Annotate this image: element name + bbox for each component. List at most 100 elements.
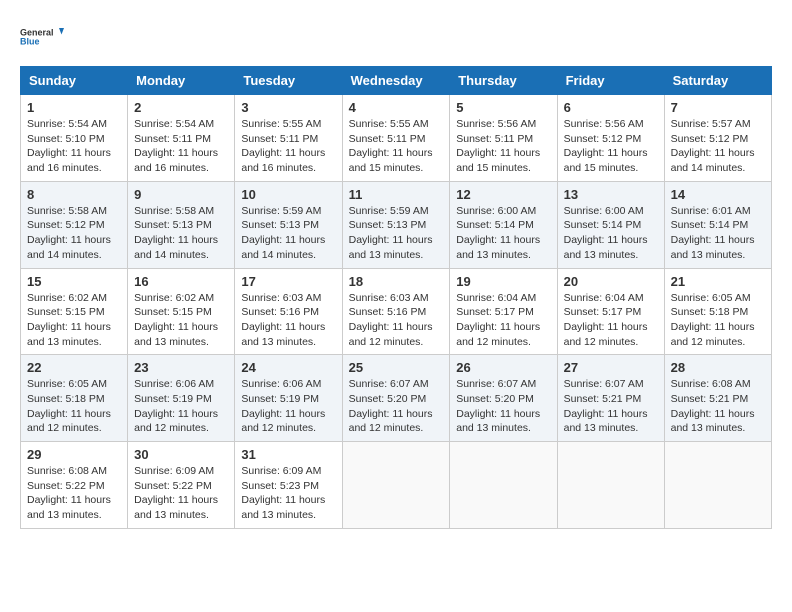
logo-svg: General Blue — [20, 20, 70, 56]
day-info: Sunrise: 5:58 AMSunset: 5:13 PMDaylight:… — [134, 205, 218, 261]
calendar-cell: 2 Sunrise: 5:54 AMSunset: 5:11 PMDayligh… — [128, 95, 235, 182]
day-number: 24 — [241, 360, 335, 375]
day-info: Sunrise: 5:54 AMSunset: 5:10 PMDaylight:… — [27, 118, 111, 174]
calendar-cell: 25 Sunrise: 6:07 AMSunset: 5:20 PMDaylig… — [342, 355, 450, 442]
day-info: Sunrise: 6:04 AMSunset: 5:17 PMDaylight:… — [456, 292, 540, 348]
calendar-cell: 27 Sunrise: 6:07 AMSunset: 5:21 PMDaylig… — [557, 355, 664, 442]
calendar-cell: 19 Sunrise: 6:04 AMSunset: 5:17 PMDaylig… — [450, 268, 557, 355]
calendar-cell — [664, 442, 771, 529]
day-number: 4 — [349, 100, 444, 115]
calendar-week-row: 29 Sunrise: 6:08 AMSunset: 5:22 PMDaylig… — [21, 442, 772, 529]
day-info: Sunrise: 6:07 AMSunset: 5:21 PMDaylight:… — [564, 378, 648, 434]
calendar-cell: 24 Sunrise: 6:06 AMSunset: 5:19 PMDaylig… — [235, 355, 342, 442]
calendar-header-row: SundayMondayTuesdayWednesdayThursdayFrid… — [21, 67, 772, 95]
calendar-cell: 1 Sunrise: 5:54 AMSunset: 5:10 PMDayligh… — [21, 95, 128, 182]
calendar-cell: 11 Sunrise: 5:59 AMSunset: 5:13 PMDaylig… — [342, 181, 450, 268]
day-number: 8 — [27, 187, 121, 202]
day-info: Sunrise: 5:57 AMSunset: 5:12 PMDaylight:… — [671, 118, 755, 174]
day-info: Sunrise: 6:00 AMSunset: 5:14 PMDaylight:… — [456, 205, 540, 261]
day-number: 16 — [134, 274, 228, 289]
day-number: 2 — [134, 100, 228, 115]
calendar-cell: 22 Sunrise: 6:05 AMSunset: 5:18 PMDaylig… — [21, 355, 128, 442]
weekday-header: Sunday — [21, 67, 128, 95]
day-number: 13 — [564, 187, 658, 202]
page-header: General Blue — [20, 20, 772, 56]
calendar-week-row: 22 Sunrise: 6:05 AMSunset: 5:18 PMDaylig… — [21, 355, 772, 442]
day-info: Sunrise: 5:58 AMSunset: 5:12 PMDaylight:… — [27, 205, 111, 261]
day-number: 1 — [27, 100, 121, 115]
day-number: 7 — [671, 100, 765, 115]
calendar-week-row: 1 Sunrise: 5:54 AMSunset: 5:10 PMDayligh… — [21, 95, 772, 182]
logo: General Blue — [20, 20, 70, 56]
day-number: 12 — [456, 187, 550, 202]
day-number: 3 — [241, 100, 335, 115]
svg-text:General: General — [20, 28, 54, 38]
day-info: Sunrise: 6:00 AMSunset: 5:14 PMDaylight:… — [564, 205, 648, 261]
weekday-header: Tuesday — [235, 67, 342, 95]
day-info: Sunrise: 6:07 AMSunset: 5:20 PMDaylight:… — [349, 378, 433, 434]
day-number: 22 — [27, 360, 121, 375]
day-number: 20 — [564, 274, 658, 289]
day-number: 5 — [456, 100, 550, 115]
day-info: Sunrise: 6:01 AMSunset: 5:14 PMDaylight:… — [671, 205, 755, 261]
day-info: Sunrise: 5:56 AMSunset: 5:12 PMDaylight:… — [564, 118, 648, 174]
calendar-cell: 30 Sunrise: 6:09 AMSunset: 5:22 PMDaylig… — [128, 442, 235, 529]
calendar-cell: 13 Sunrise: 6:00 AMSunset: 5:14 PMDaylig… — [557, 181, 664, 268]
calendar-table: SundayMondayTuesdayWednesdayThursdayFrid… — [20, 66, 772, 529]
weekday-header: Thursday — [450, 67, 557, 95]
calendar-cell: 15 Sunrise: 6:02 AMSunset: 5:15 PMDaylig… — [21, 268, 128, 355]
calendar-cell: 8 Sunrise: 5:58 AMSunset: 5:12 PMDayligh… — [21, 181, 128, 268]
day-info: Sunrise: 6:08 AMSunset: 5:21 PMDaylight:… — [671, 378, 755, 434]
day-number: 14 — [671, 187, 765, 202]
day-info: Sunrise: 5:55 AMSunset: 5:11 PMDaylight:… — [349, 118, 433, 174]
day-info: Sunrise: 6:06 AMSunset: 5:19 PMDaylight:… — [241, 378, 325, 434]
calendar-cell: 18 Sunrise: 6:03 AMSunset: 5:16 PMDaylig… — [342, 268, 450, 355]
day-info: Sunrise: 5:55 AMSunset: 5:11 PMDaylight:… — [241, 118, 325, 174]
day-number: 28 — [671, 360, 765, 375]
day-info: Sunrise: 6:04 AMSunset: 5:17 PMDaylight:… — [564, 292, 648, 348]
day-info: Sunrise: 6:08 AMSunset: 5:22 PMDaylight:… — [27, 465, 111, 521]
day-info: Sunrise: 6:09 AMSunset: 5:23 PMDaylight:… — [241, 465, 325, 521]
day-info: Sunrise: 6:06 AMSunset: 5:19 PMDaylight:… — [134, 378, 218, 434]
calendar-cell: 31 Sunrise: 6:09 AMSunset: 5:23 PMDaylig… — [235, 442, 342, 529]
calendar-cell: 28 Sunrise: 6:08 AMSunset: 5:21 PMDaylig… — [664, 355, 771, 442]
day-info: Sunrise: 6:05 AMSunset: 5:18 PMDaylight:… — [27, 378, 111, 434]
day-info: Sunrise: 6:02 AMSunset: 5:15 PMDaylight:… — [27, 292, 111, 348]
calendar-cell — [342, 442, 450, 529]
day-number: 27 — [564, 360, 658, 375]
day-number: 29 — [27, 447, 121, 462]
calendar-week-row: 8 Sunrise: 5:58 AMSunset: 5:12 PMDayligh… — [21, 181, 772, 268]
day-number: 26 — [456, 360, 550, 375]
calendar-cell: 4 Sunrise: 5:55 AMSunset: 5:11 PMDayligh… — [342, 95, 450, 182]
calendar-cell: 29 Sunrise: 6:08 AMSunset: 5:22 PMDaylig… — [21, 442, 128, 529]
calendar-cell: 3 Sunrise: 5:55 AMSunset: 5:11 PMDayligh… — [235, 95, 342, 182]
day-info: Sunrise: 5:56 AMSunset: 5:11 PMDaylight:… — [456, 118, 540, 174]
day-number: 21 — [671, 274, 765, 289]
day-number: 17 — [241, 274, 335, 289]
day-info: Sunrise: 6:03 AMSunset: 5:16 PMDaylight:… — [241, 292, 325, 348]
day-number: 6 — [564, 100, 658, 115]
calendar-cell: 10 Sunrise: 5:59 AMSunset: 5:13 PMDaylig… — [235, 181, 342, 268]
calendar-cell: 6 Sunrise: 5:56 AMSunset: 5:12 PMDayligh… — [557, 95, 664, 182]
weekday-header: Friday — [557, 67, 664, 95]
calendar-cell: 12 Sunrise: 6:00 AMSunset: 5:14 PMDaylig… — [450, 181, 557, 268]
day-number: 15 — [27, 274, 121, 289]
day-number: 11 — [349, 187, 444, 202]
day-info: Sunrise: 6:02 AMSunset: 5:15 PMDaylight:… — [134, 292, 218, 348]
day-info: Sunrise: 6:09 AMSunset: 5:22 PMDaylight:… — [134, 465, 218, 521]
day-number: 19 — [456, 274, 550, 289]
calendar-cell: 26 Sunrise: 6:07 AMSunset: 5:20 PMDaylig… — [450, 355, 557, 442]
calendar-cell — [557, 442, 664, 529]
day-info: Sunrise: 6:07 AMSunset: 5:20 PMDaylight:… — [456, 378, 540, 434]
calendar-cell — [450, 442, 557, 529]
calendar-cell: 16 Sunrise: 6:02 AMSunset: 5:15 PMDaylig… — [128, 268, 235, 355]
day-number: 18 — [349, 274, 444, 289]
day-info: Sunrise: 5:59 AMSunset: 5:13 PMDaylight:… — [349, 205, 433, 261]
calendar-week-row: 15 Sunrise: 6:02 AMSunset: 5:15 PMDaylig… — [21, 268, 772, 355]
calendar-cell: 21 Sunrise: 6:05 AMSunset: 5:18 PMDaylig… — [664, 268, 771, 355]
calendar-cell: 14 Sunrise: 6:01 AMSunset: 5:14 PMDaylig… — [664, 181, 771, 268]
day-info: Sunrise: 5:54 AMSunset: 5:11 PMDaylight:… — [134, 118, 218, 174]
calendar-cell: 5 Sunrise: 5:56 AMSunset: 5:11 PMDayligh… — [450, 95, 557, 182]
calendar-cell: 9 Sunrise: 5:58 AMSunset: 5:13 PMDayligh… — [128, 181, 235, 268]
calendar-cell: 20 Sunrise: 6:04 AMSunset: 5:17 PMDaylig… — [557, 268, 664, 355]
